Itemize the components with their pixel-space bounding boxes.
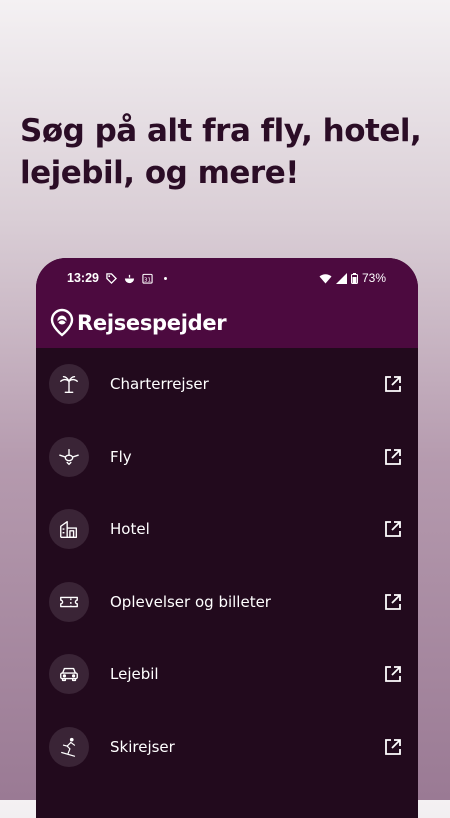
palm-tree-icon	[60, 376, 78, 394]
battery-icon	[350, 272, 358, 284]
category-menu: Charterrejser Fly Hotel Oplevelser og bi…	[36, 348, 418, 783]
phone-screen: 13:29 31 73% Rejsespejder Charterrejser …	[36, 258, 418, 818]
bowl-icon	[124, 274, 135, 283]
status-time: 13:29	[67, 271, 99, 285]
app-bar: Rejsespejder	[36, 298, 418, 348]
open-external-icon[interactable]	[383, 592, 403, 612]
calendar-31-icon: 31	[142, 273, 153, 284]
status-bar: 13:29 31 73%	[36, 258, 418, 298]
menu-item-lejebil[interactable]: Lejebil	[36, 638, 418, 711]
open-external-icon[interactable]	[383, 664, 403, 684]
hotel-icon	[60, 521, 78, 539]
menu-item-label: Charterrejser	[110, 375, 209, 394]
open-external-icon[interactable]	[383, 737, 403, 757]
menu-item-label: Lejebil	[110, 665, 159, 684]
wifi-icon	[319, 273, 332, 283]
signal-icon	[335, 272, 347, 284]
menu-item-hotel[interactable]: Hotel	[36, 493, 418, 566]
menu-item-label: Fly	[110, 447, 132, 466]
menu-item-label: Hotel	[110, 520, 150, 539]
promo-headline: Søg på alt fra fly, hotel, lejebil, og m…	[20, 113, 422, 191]
app-brand-title: Rejsespejder	[77, 311, 227, 335]
ticket-icon	[60, 596, 78, 608]
tag-icon	[106, 272, 117, 284]
menu-item-oplevelser[interactable]: Oplevelser og billeter	[36, 566, 418, 639]
svg-text:31: 31	[144, 277, 151, 283]
open-external-icon[interactable]	[383, 447, 403, 467]
open-external-icon[interactable]	[383, 519, 403, 539]
menu-item-label: Skirejser	[110, 737, 175, 756]
menu-item-skirejser[interactable]: Skirejser	[36, 711, 418, 784]
airplane-icon	[59, 448, 79, 466]
menu-item-label: Oplevelser og billeter	[110, 592, 271, 611]
menu-item-charterrejser[interactable]: Charterrejser	[36, 348, 418, 421]
car-icon	[60, 668, 78, 682]
dot-icon	[164, 276, 167, 280]
battery-percent: 73%	[361, 271, 386, 285]
logo-icon	[50, 308, 74, 337]
open-external-icon[interactable]	[383, 374, 403, 394]
menu-item-fly[interactable]: Fly	[36, 421, 418, 494]
skier-icon	[61, 737, 76, 757]
